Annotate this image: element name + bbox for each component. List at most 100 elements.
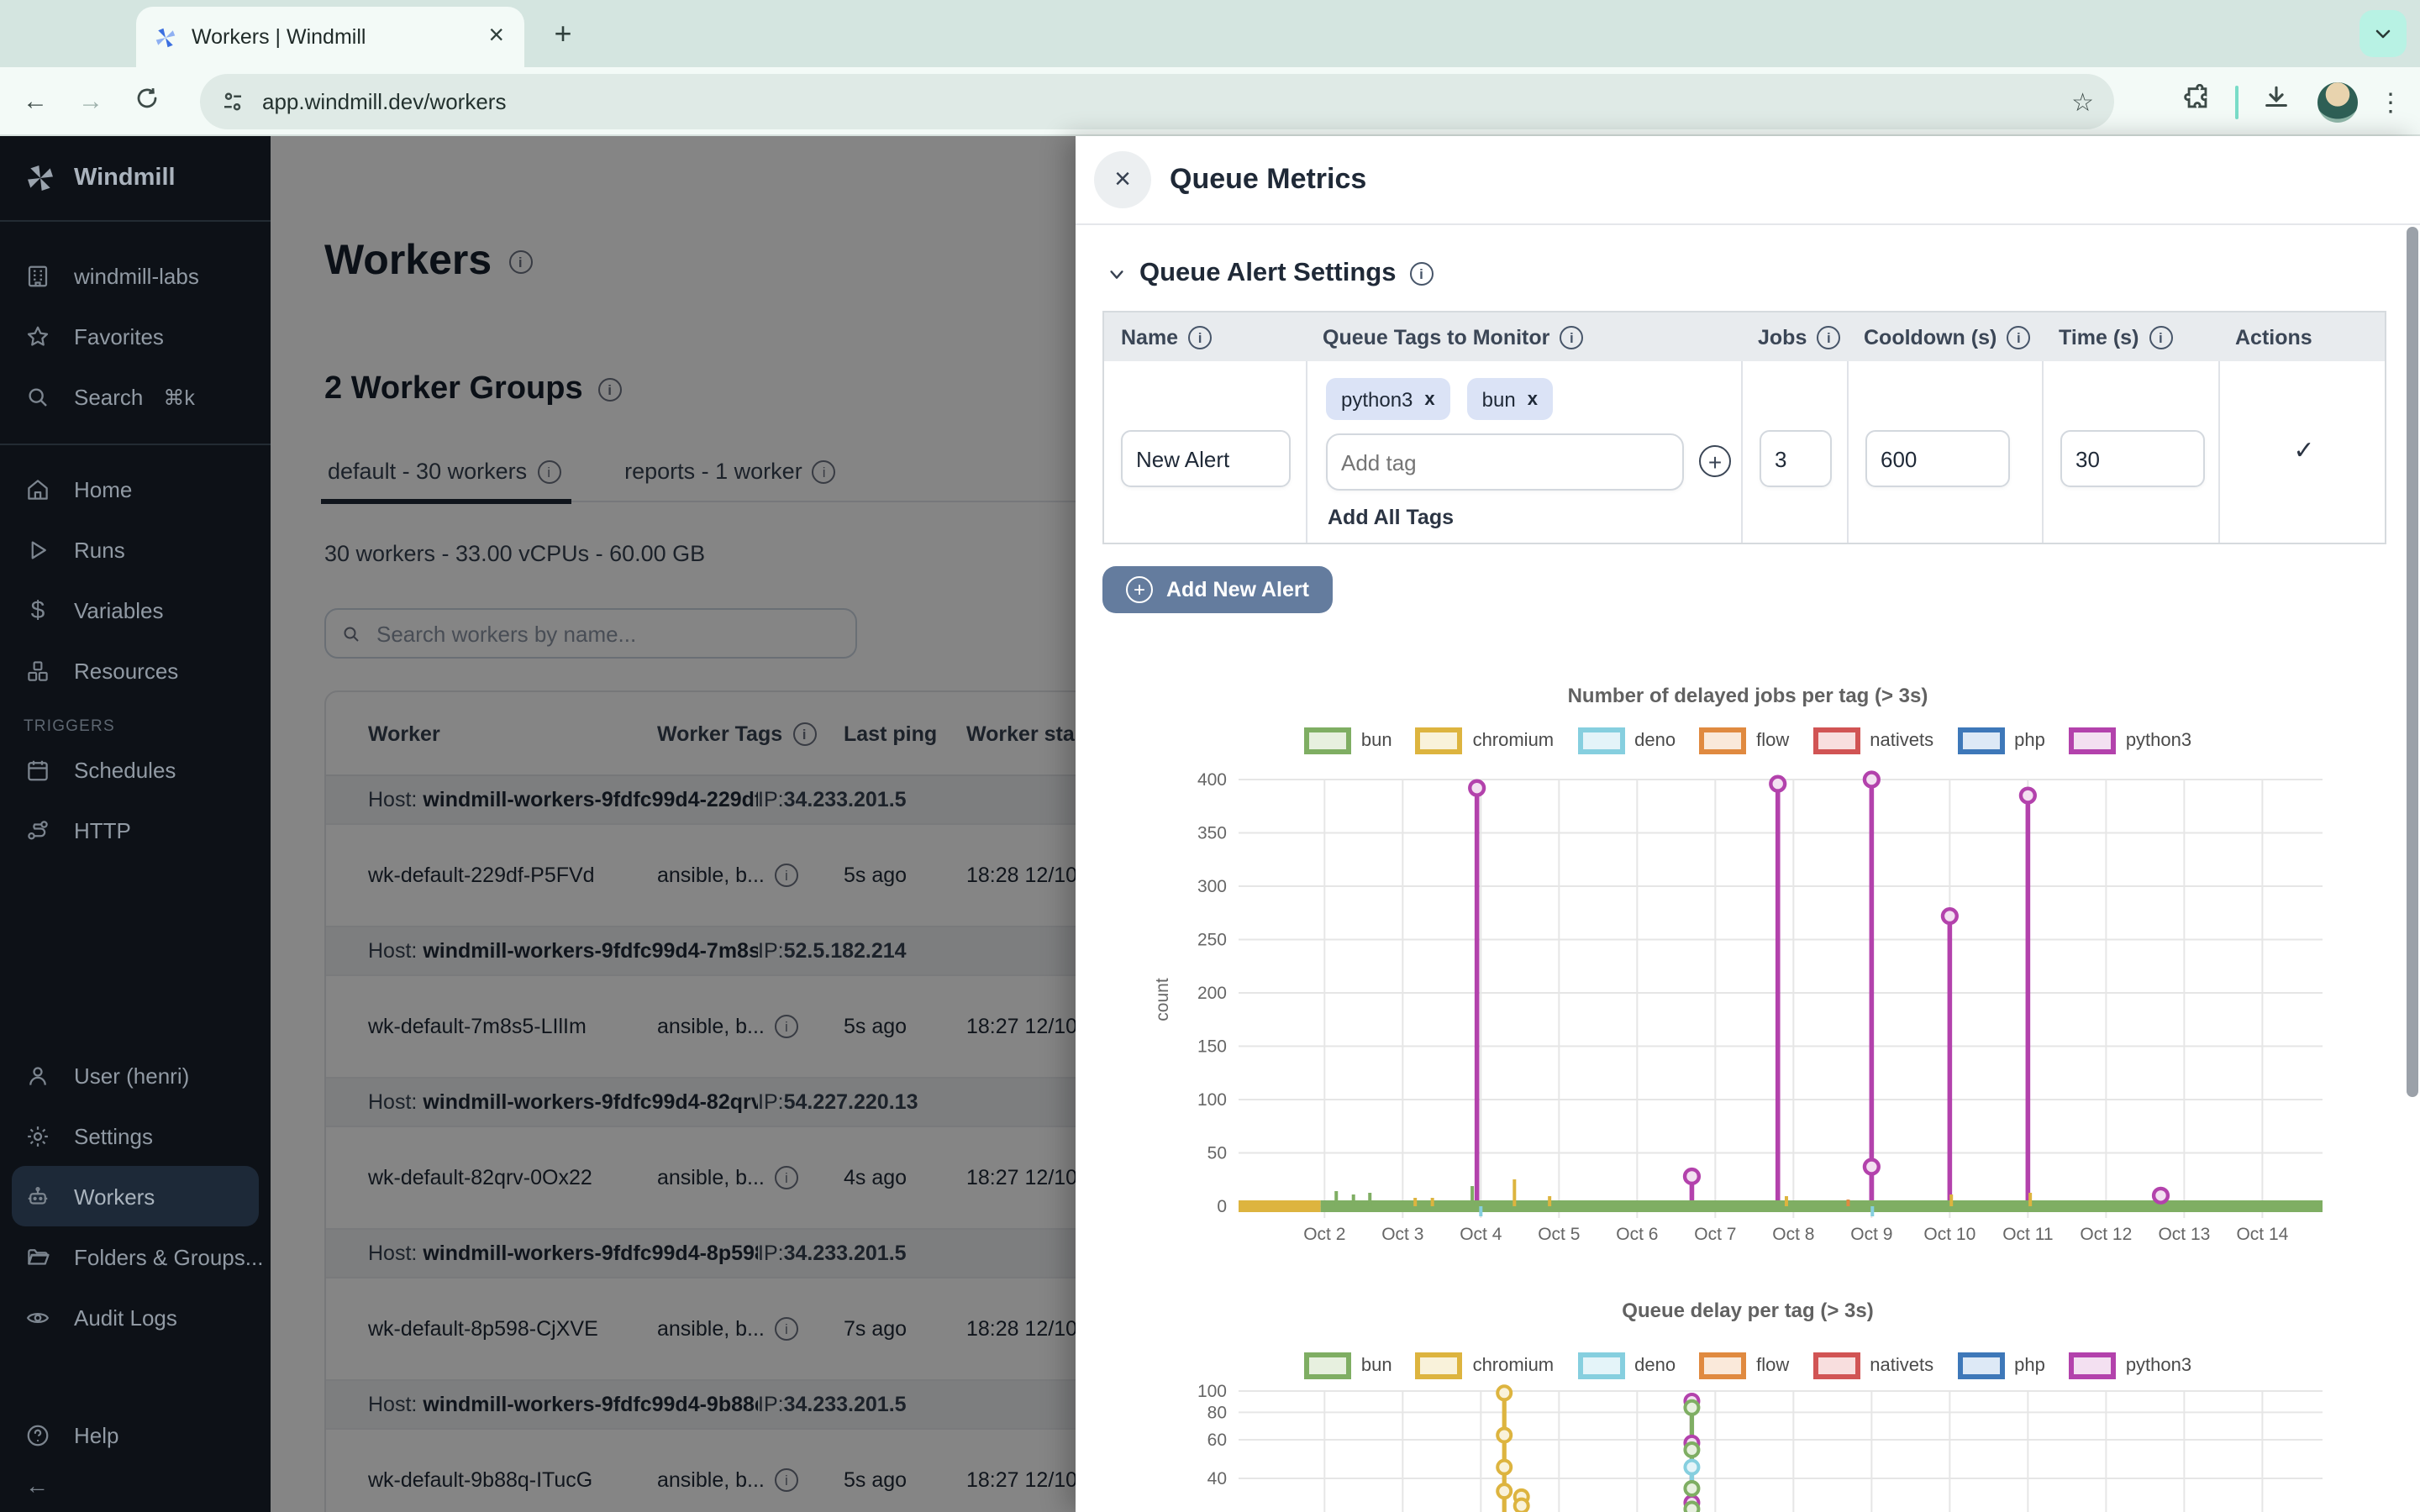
info-icon[interactable]: i bbox=[2149, 325, 2172, 349]
building-icon bbox=[24, 261, 52, 290]
reload-icon[interactable] bbox=[126, 85, 166, 117]
sidebar-item-http[interactable]: HTTP bbox=[0, 800, 271, 860]
svg-text:40: 40 bbox=[1207, 1469, 1227, 1488]
remove-tag-icon[interactable]: x bbox=[1424, 389, 1434, 409]
sidebar-item-user[interactable]: User (henri) bbox=[0, 1045, 271, 1105]
sidebar-item-resources[interactable]: Resources bbox=[0, 640, 271, 701]
url-text[interactable]: app.windmill.dev/workers bbox=[262, 89, 2071, 114]
sidebar-item-home[interactable]: Home bbox=[0, 459, 271, 519]
tag-pill-bun[interactable]: bunx bbox=[1467, 378, 1553, 420]
svg-text:Oct 3: Oct 3 bbox=[1381, 1225, 1423, 1244]
chart1-legend[interactable]: bun chromium deno flow nativets php python3 bbox=[1109, 727, 2386, 754]
sidebar-item-workers[interactable]: Workers bbox=[12, 1166, 259, 1226]
sidebar-item-favorites[interactable]: Favorites bbox=[0, 306, 271, 366]
cubes-icon bbox=[24, 656, 52, 685]
workers-page: Workersi 2 Worker Groupsi default - 30 w… bbox=[271, 136, 1076, 1512]
legend-bun[interactable]: bun bbox=[1304, 727, 1392, 754]
remove-tag-icon[interactable]: x bbox=[1528, 389, 1538, 409]
delayed-jobs-chart[interactable]: 050100150200250300350400Oct 2Oct 3Oct 4O… bbox=[1151, 764, 2353, 1255]
time-input[interactable] bbox=[2060, 430, 2205, 487]
profile-avatar[interactable] bbox=[2317, 81, 2358, 122]
tab-close-icon[interactable]: × bbox=[485, 24, 508, 50]
site-settings-icon[interactable] bbox=[220, 89, 245, 114]
svg-text:100: 100 bbox=[1197, 1090, 1227, 1110]
legend-php[interactable]: php bbox=[1957, 727, 2045, 754]
sidebar-item-folders-groups[interactable]: Folders & Groups... bbox=[0, 1226, 271, 1287]
sidebar-item-runs[interactable]: Runs bbox=[0, 519, 271, 580]
sidebar-item-settings[interactable]: Settings bbox=[0, 1105, 271, 1166]
sidebar: Windmill windmill-labs Favorites Search … bbox=[0, 136, 271, 1512]
svg-text:Oct 11: Oct 11 bbox=[2002, 1225, 2053, 1244]
legend-chromium[interactable]: chromium bbox=[1416, 727, 1555, 754]
legend-python3[interactable]: python3 bbox=[2069, 727, 2191, 754]
jobs-input[interactable] bbox=[1760, 430, 1832, 487]
tab-search-chevron-button[interactable] bbox=[2360, 10, 2407, 57]
drawer-title: Queue Metrics bbox=[1170, 136, 1366, 223]
legend-flow[interactable]: flow bbox=[1699, 727, 1789, 754]
extensions-puzzle-icon[interactable] bbox=[2183, 83, 2212, 120]
info-icon[interactable]: i bbox=[1560, 325, 1583, 349]
windmill-logo-icon bbox=[24, 161, 57, 195]
downloads-icon[interactable] bbox=[2262, 83, 2291, 120]
sidebar-item-workspace[interactable]: windmill-labs bbox=[0, 245, 271, 306]
home-icon bbox=[24, 475, 52, 503]
close-icon[interactable]: × bbox=[1094, 151, 1151, 208]
info-icon[interactable]: i bbox=[1188, 325, 1212, 349]
sidebar-item-audit-logs[interactable]: Audit Logs bbox=[0, 1287, 271, 1347]
svg-text:Oct 13: Oct 13 bbox=[2158, 1225, 2210, 1244]
user-icon bbox=[24, 1061, 52, 1089]
cooldown-input[interactable] bbox=[1865, 430, 2010, 487]
legend-deno[interactable]: deno bbox=[1577, 727, 1676, 754]
sidebar-item-schedules[interactable]: Schedules bbox=[0, 739, 271, 800]
collapse-sidebar-icon[interactable]: ← bbox=[0, 1472, 271, 1502]
queue-alert-settings-heading[interactable]: Queue Alert Settings i bbox=[1107, 259, 1433, 289]
alert-name-input[interactable] bbox=[1121, 430, 1291, 487]
info-icon[interactable]: i bbox=[1409, 262, 1433, 286]
add-tag-input[interactable] bbox=[1326, 433, 1684, 491]
folder-open-icon bbox=[24, 1242, 52, 1271]
browser-tab[interactable]: Workers | Windmill × bbox=[136, 7, 524, 67]
drawer-backdrop[interactable] bbox=[271, 136, 1076, 1512]
confirm-check-icon[interactable]: ✓ bbox=[2220, 435, 2388, 465]
col-cooldown: Cooldown (s)i bbox=[1847, 312, 2042, 361]
queue-delay-chart[interactable]: 100806040 bbox=[1151, 1376, 2353, 1512]
search-shortcut: ⌘k bbox=[163, 384, 195, 409]
svg-text:350: 350 bbox=[1197, 824, 1227, 843]
add-all-tags-link[interactable]: Add All Tags bbox=[1328, 506, 1454, 529]
tag-pill-python3[interactable]: python3x bbox=[1326, 378, 1450, 420]
svg-text:300: 300 bbox=[1197, 877, 1227, 896]
sidebar-item-search[interactable]: Search ⌘k bbox=[0, 366, 271, 427]
add-new-alert-button[interactable]: + Add New Alert bbox=[1102, 566, 1333, 613]
windmill-favicon bbox=[153, 24, 178, 50]
sidebar-item-label: Settings bbox=[74, 1123, 153, 1148]
bookmark-star-icon[interactable]: ☆ bbox=[2071, 87, 2094, 117]
svg-text:100: 100 bbox=[1197, 1382, 1227, 1401]
alert-table-header: Namei Queue Tags to Monitori Jobsi Coold… bbox=[1104, 312, 2385, 361]
back-icon[interactable]: ← bbox=[15, 87, 55, 115]
new-tab-button[interactable]: + bbox=[541, 13, 585, 57]
info-icon[interactable]: i bbox=[2007, 325, 2030, 349]
svg-text:Oct 9: Oct 9 bbox=[1850, 1225, 1892, 1244]
workspace-logo[interactable]: Windmill bbox=[0, 136, 271, 222]
svg-text:Oct 2: Oct 2 bbox=[1303, 1225, 1345, 1244]
sidebar-item-help[interactable]: Help bbox=[0, 1404, 271, 1465]
app-window: Windmill windmill-labs Favorites Search … bbox=[0, 136, 2420, 1512]
url-bar[interactable]: app.windmill.dev/workers ☆ bbox=[200, 74, 2114, 129]
svg-text:200: 200 bbox=[1197, 984, 1227, 1003]
sidebar-item-variables[interactable]: $ Variables bbox=[0, 580, 271, 640]
legend-nativets[interactable]: nativets bbox=[1812, 727, 1933, 754]
add-tag-plus-icon[interactable]: + bbox=[1699, 445, 1731, 477]
info-icon[interactable]: i bbox=[1817, 325, 1840, 349]
legend-swatch bbox=[1812, 727, 1860, 754]
svg-text:150: 150 bbox=[1197, 1037, 1227, 1057]
panel-scrollbar[interactable] bbox=[2407, 227, 2418, 1097]
svg-text:Oct 12: Oct 12 bbox=[2080, 1225, 2132, 1244]
svg-text:Oct 10: Oct 10 bbox=[1923, 1225, 1975, 1244]
route-icon bbox=[24, 816, 52, 844]
triggers-section-label: TRIGGERS bbox=[0, 701, 271, 739]
browser-menu-icon[interactable]: ⋮ bbox=[2378, 87, 2403, 117]
sidebar-item-label: Favorites bbox=[74, 323, 164, 349]
sidebar-item-label: Help bbox=[74, 1422, 119, 1447]
robot-icon bbox=[24, 1182, 52, 1210]
forward-icon[interactable]: → bbox=[71, 87, 111, 115]
